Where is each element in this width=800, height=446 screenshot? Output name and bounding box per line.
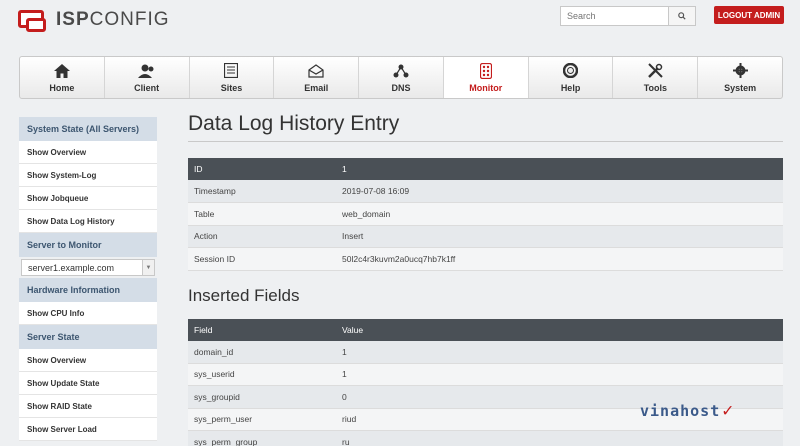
table-cell: 1 — [336, 363, 783, 386]
nav-email[interactable]: Email — [274, 57, 360, 98]
table-header-cell: 1 — [336, 158, 783, 180]
table-row: sys_perm_group ru — [188, 430, 783, 446]
help-icon — [563, 63, 579, 79]
section-title-inserted-fields: Inserted Fields — [188, 285, 300, 305]
search-icon — [678, 12, 686, 20]
sidebar-item-show-update-state[interactable]: Show Update State — [19, 372, 157, 395]
sidebar-item-show-server-load[interactable]: Show Server Load — [19, 418, 157, 441]
table-header-cell: ID — [188, 158, 336, 180]
table-header: ID 1 — [188, 158, 783, 180]
table-cell: Timestamp — [188, 180, 336, 203]
table-row: domain_id 1 — [188, 340, 783, 364]
nav-sites[interactable]: Sites — [190, 57, 275, 98]
table-row: Table web_domain — [188, 202, 783, 226]
vinahost-watermark: vinahost ✓ — [640, 400, 735, 421]
table-header-cell: Field — [188, 318, 336, 341]
logo-icon — [18, 8, 48, 32]
table-header-cell: Value — [336, 318, 783, 341]
chevron-down-icon: ▼ — [142, 260, 154, 275]
nav-dns[interactable]: DNS — [359, 57, 444, 98]
ispconfig-logo[interactable]: ISPCONFIG — [18, 8, 170, 32]
table-cell: 50l2c4r3kuvm2a0ucq7hb7k1ff — [336, 247, 783, 271]
nav-monitor[interactable]: Monitor — [443, 57, 529, 98]
sidebar-heading-system-state: System State (All Servers) — [19, 117, 157, 141]
search-button[interactable] — [668, 6, 696, 26]
table-cell: 1 — [336, 340, 783, 364]
sidebar-item-show-overview[interactable]: Show Overview — [19, 141, 157, 164]
sites-icon — [224, 63, 239, 79]
sidebar-item-server-overview[interactable]: Show Overview — [19, 349, 157, 372]
table-header: Field Value — [188, 318, 783, 341]
sidebar-item-show-system-log[interactable]: Show System-Log — [19, 164, 157, 187]
search-input[interactable] — [560, 6, 668, 26]
nav-client[interactable]: Client — [105, 57, 190, 98]
table-row: Session ID 50l2c4r3kuvm2a0ucq7hb7k1ff — [188, 247, 783, 271]
sidebar: System State (All Servers) Show Overview… — [19, 117, 157, 441]
server-select[interactable]: server1.example.com ▼ — [21, 259, 155, 276]
nav-system[interactable]: System — [698, 57, 782, 98]
sidebar-item-show-data-log-history[interactable]: Show Data Log History — [19, 210, 157, 233]
home-icon — [53, 63, 70, 79]
table-cell: Insert — [336, 225, 783, 248]
table-cell: web_domain — [336, 202, 783, 226]
table-cell: sys_groupid — [188, 385, 336, 409]
sidebar-heading-hardware-information: Hardware Information — [19, 278, 157, 302]
sidebar-heading-server-to-monitor: Server to Monitor — [19, 233, 157, 257]
monitor-icon — [479, 62, 492, 79]
table-row: Timestamp 2019-07-08 16:09 — [188, 180, 783, 203]
tools-icon — [647, 63, 663, 79]
sidebar-item-show-raid-state[interactable]: Show RAID State — [19, 395, 157, 418]
sidebar-item-show-cpu-info[interactable]: Show CPU Info — [19, 302, 157, 325]
nav-help[interactable]: Help — [529, 57, 614, 98]
table-row: sys_userid 1 — [188, 363, 783, 386]
email-icon — [308, 63, 324, 79]
table-cell: sys_perm_user — [188, 408, 336, 431]
logout-button[interactable]: LOGOUT ADMIN — [714, 6, 784, 24]
main-nav: Home Client Sites Email DNS Monitor Help… — [19, 56, 783, 99]
table-cell: Action — [188, 225, 336, 248]
fields-table: Field Value domain_id 1 sys_userid 1 sys… — [188, 318, 783, 446]
table-row: Action Insert — [188, 225, 783, 248]
table-cell: sys_userid — [188, 363, 336, 386]
server-select-value: server1.example.com — [28, 262, 115, 273]
table-cell: ru — [336, 430, 783, 446]
nav-home[interactable]: Home — [20, 57, 105, 98]
table-cell: Table — [188, 202, 336, 226]
page-title: Data Log History Entry — [188, 108, 783, 142]
check-icon: ✓ — [722, 400, 735, 421]
client-icon — [137, 63, 156, 79]
nav-tools[interactable]: Tools — [613, 57, 699, 98]
dns-icon — [393, 63, 409, 79]
logo-text: ISPCONFIG — [56, 9, 170, 30]
sidebar-heading-server-state: Server State — [19, 325, 157, 349]
table-cell: domain_id — [188, 340, 336, 364]
main-content: Data Log History Entry ID 1 Timestamp 20… — [188, 108, 783, 446]
sidebar-item-show-jobqueue[interactable]: Show Jobqueue — [19, 187, 157, 210]
search-box — [560, 6, 696, 26]
entry-table: ID 1 Timestamp 2019-07-08 16:09 Table we… — [188, 158, 783, 271]
gear-icon — [732, 63, 748, 79]
table-cell: sys_perm_group — [188, 430, 336, 446]
table-cell: Session ID — [188, 247, 336, 271]
table-cell: 2019-07-08 16:09 — [336, 180, 783, 203]
